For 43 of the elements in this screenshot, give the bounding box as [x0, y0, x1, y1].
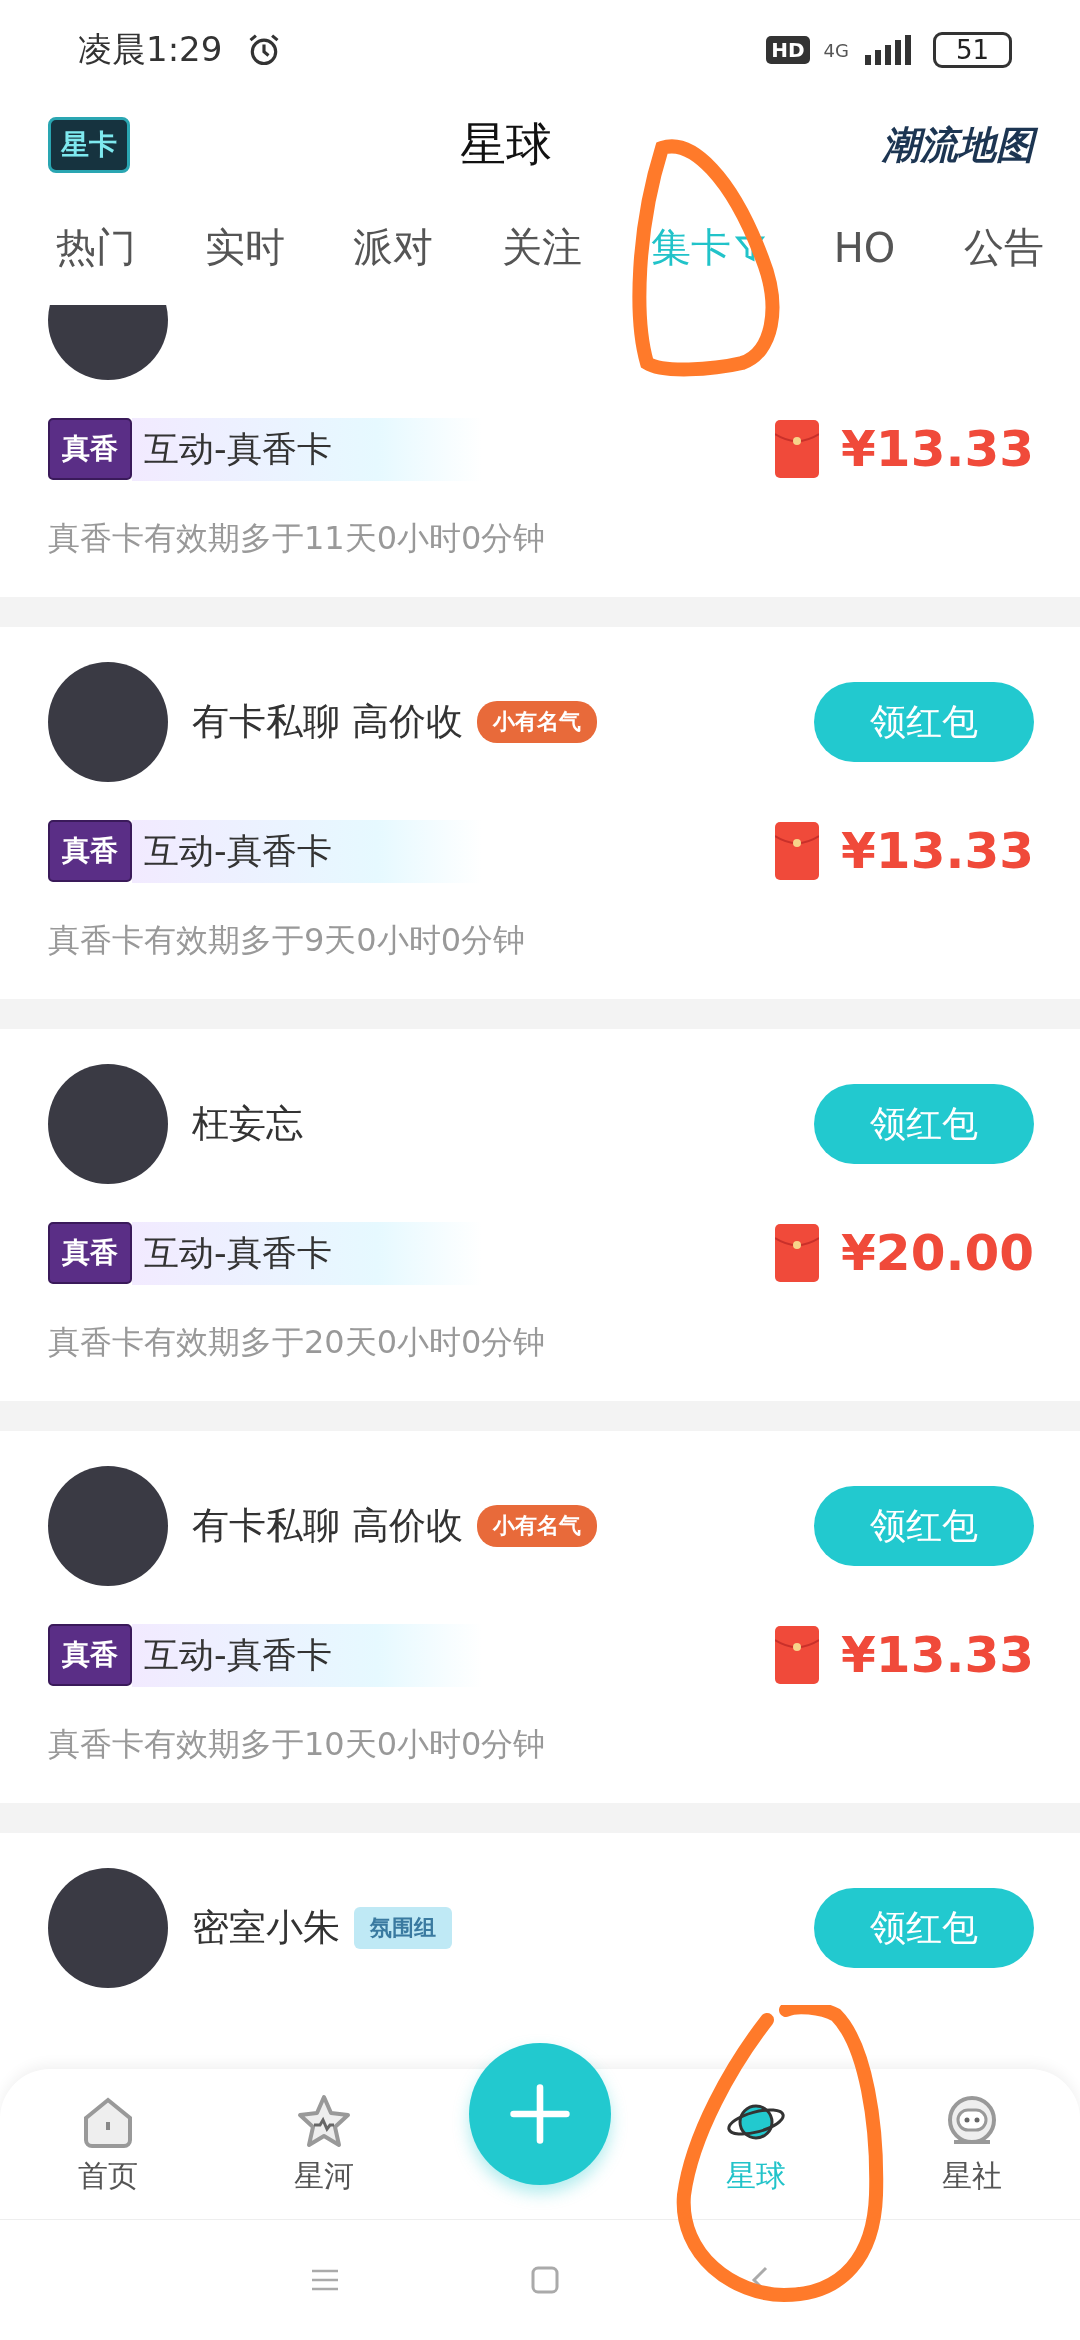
signal-icon [862, 35, 913, 65]
expiry-note: 真香卡有效期多于9天0小时0分钟 [48, 920, 527, 961]
card-tag: 真香 [48, 820, 132, 882]
user-name: 有卡私聊 高价收 [192, 699, 463, 745]
add-button[interactable] [469, 2043, 611, 2185]
category-tab[interactable]: 关注 [502, 220, 583, 275]
card-tag: 真香 [48, 1222, 132, 1284]
category-tab[interactable]: 公告 [963, 220, 1044, 275]
category-tab[interactable]: 实时 [204, 220, 285, 275]
fame-badge: 小有名气 [476, 701, 597, 743]
amount: ¥13.33 [841, 420, 1034, 478]
envelope-icon [775, 1626, 820, 1684]
status-time: 凌晨1:29 [78, 28, 223, 71]
envelope-icon [775, 420, 820, 478]
user-name: 密室小朱 [192, 1905, 340, 1951]
home-square-icon[interactable] [530, 2265, 560, 2295]
category-tab[interactable]: HO [833, 224, 896, 271]
category-tab[interactable]: 派对 [353, 220, 434, 275]
envelope-icon [775, 822, 820, 880]
user-name: 有卡私聊 高价收 [192, 1503, 463, 1549]
nav-tab[interactable]: 星社 [936, 2090, 1008, 2198]
nav-tab[interactable]: 星河 [288, 2090, 360, 2198]
app-logo[interactable]: 星卡 [48, 117, 130, 173]
network-type: 4G [823, 39, 849, 61]
category-tab[interactable]: 热门 [56, 220, 136, 275]
card-tag: 真香 [48, 418, 132, 480]
amount: ¥13.33 [841, 822, 1034, 880]
card-tag: 真香 [48, 1624, 132, 1686]
amount: ¥13.33 [841, 1626, 1034, 1684]
hd-badge: HD [766, 36, 810, 64]
expiry-note: 真香卡有效期多于10天0小时0分钟 [48, 1724, 547, 1765]
envelope-icon [775, 1224, 820, 1282]
menu-icon[interactable] [310, 2268, 340, 2292]
expiry-note: 真香卡有效期多于11天0小时0分钟 [48, 518, 547, 559]
expiry-note: 真香卡有效期多于20天0小时0分钟 [48, 1322, 547, 1363]
fame-badge: 小有名气 [476, 1505, 597, 1547]
plus-icon [507, 2081, 573, 2147]
user-name: 枉妄忘 [192, 1101, 303, 1147]
page-title: 星球 [460, 116, 552, 173]
nav-tab[interactable]: 首页 [72, 2090, 144, 2198]
battery-level: 51 [932, 32, 1012, 68]
amount: ¥20.00 [841, 1224, 1034, 1282]
crew-badge: 氛围组 [354, 1907, 452, 1949]
